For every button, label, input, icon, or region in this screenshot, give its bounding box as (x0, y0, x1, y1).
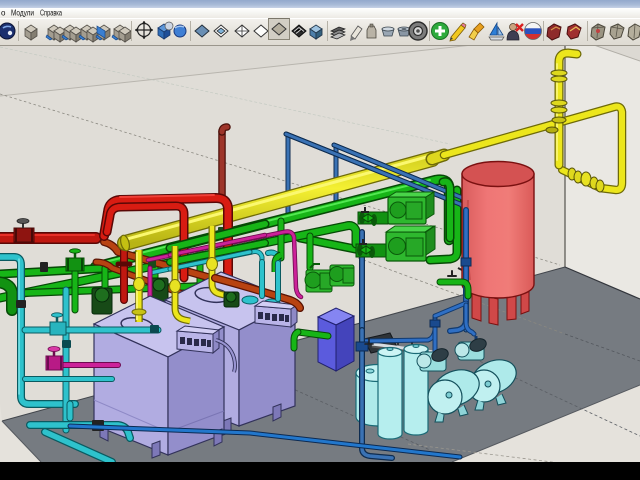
svg-text:о: о (1, 9, 6, 18)
svg-text:Справка: Справка (40, 9, 62, 18)
svg-text:Модули: Модули (11, 9, 34, 18)
